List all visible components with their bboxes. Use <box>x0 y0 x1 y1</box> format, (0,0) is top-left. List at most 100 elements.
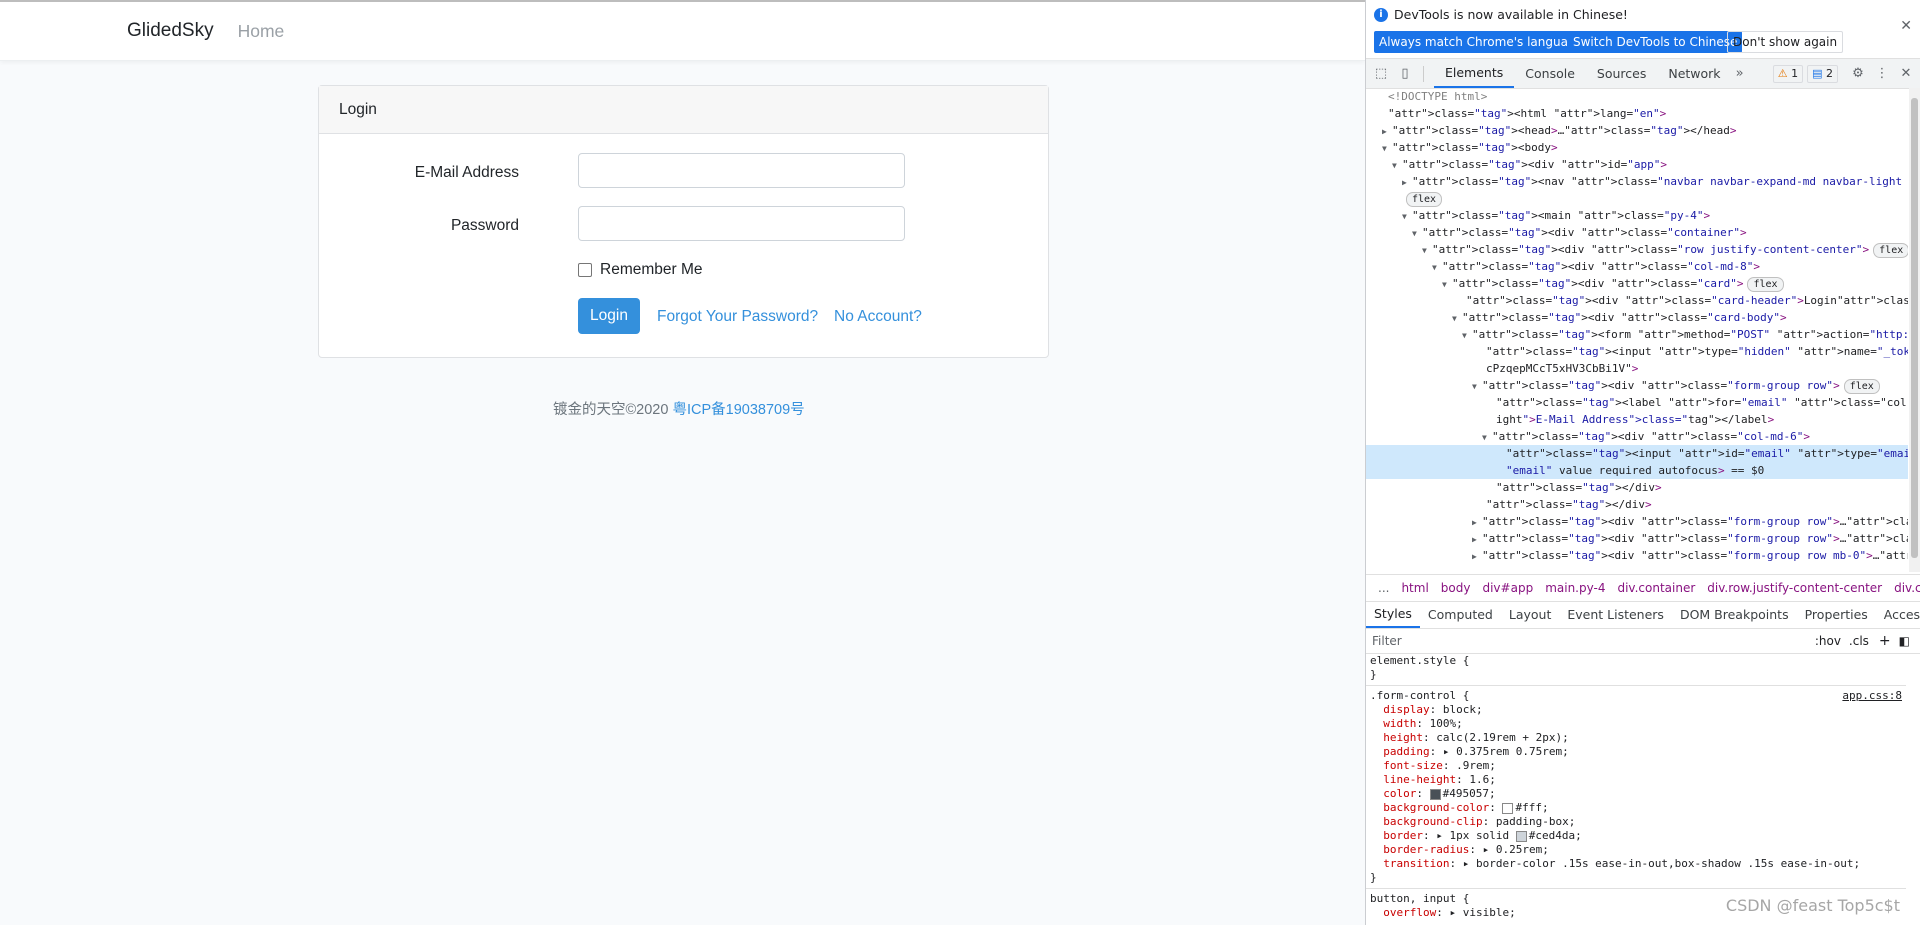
subtab-styles[interactable]: Styles <box>1366 601 1420 628</box>
flex-badge[interactable]: flex <box>1873 242 1908 258</box>
kebab-menu-icon[interactable]: ⋮ <box>1874 66 1890 82</box>
dom-scroll-thumb[interactable] <box>1911 98 1918 558</box>
dom-node-line[interactable]: ▼ "attr">class="tag"><div "attr">class="f… <box>1366 377 1908 394</box>
dom-node-line[interactable]: ▶ "attr">class="tag"><nav "attr">class="n… <box>1366 173 1908 190</box>
dom-node-line[interactable]: ▼ "attr">class="tag"><div "attr">class="c… <box>1366 309 1908 326</box>
settings-gear-icon[interactable]: ⚙ <box>1850 66 1866 82</box>
subtab-accessibility[interactable]: Accessibility <box>1876 601 1920 628</box>
dom-node-line[interactable]: "attr">class="tag"><input "attr">type="h… <box>1366 343 1908 360</box>
switch-chinese-button[interactable]: Switch DevTools to Chinese <box>1568 31 1743 53</box>
new-rule-icon[interactable]: + <box>1879 633 1891 649</box>
dom-node-line[interactable]: "attr">class="tag"></div> <box>1366 496 1908 513</box>
css-declaration: color: #495057; <box>1383 787 1496 800</box>
breadcrumb-item[interactable]: div.row.justify-content-center <box>1707 581 1882 595</box>
disclosure-triangle-icon[interactable]: ▼ <box>1382 140 1392 157</box>
dom-node-line[interactable]: "attr">class="tag"></div> <box>1366 479 1908 496</box>
filter-input[interactable]: Filter <box>1372 634 1402 648</box>
tab-network[interactable]: Network <box>1657 59 1731 88</box>
breadcrumb-item[interactable]: main.py-4 <box>1545 581 1605 595</box>
dom-node-line[interactable]: "attr">class="tag"><html "attr">lang="en… <box>1366 105 1908 122</box>
subtab-computed[interactable]: Computed <box>1420 601 1501 628</box>
dom-node-line[interactable]: "attr">class="tag"><input "attr">id="ema… <box>1366 445 1908 462</box>
dom-node-line[interactable]: ▶ "attr">class="tag"><div "attr">class="f… <box>1366 513 1908 530</box>
disclosure-triangle-icon[interactable]: ▼ <box>1432 259 1442 276</box>
remember-checkbox[interactable] <box>578 263 592 277</box>
disclosure-triangle-icon[interactable]: ▼ <box>1452 310 1462 327</box>
icp-link[interactable]: 粤ICP备19038709号 <box>672 402 804 418</box>
flex-badge[interactable]: flex <box>1406 191 1443 207</box>
tab-elements[interactable]: Elements <box>1434 59 1515 88</box>
dom-node-line[interactable]: ▼ "attr">class="tag"><div "attr">class="c… <box>1366 258 1908 275</box>
dom-node-line[interactable]: "attr">class="tag"><label "attr">for="em… <box>1366 394 1908 411</box>
disclosure-triangle-icon[interactable]: ▶ <box>1472 531 1482 548</box>
dom-scrollbar[interactable] <box>1909 88 1920 572</box>
sidebar-toggle-icon[interactable]: ◧ <box>1899 634 1910 648</box>
home-link[interactable]: Home <box>238 21 285 42</box>
breadcrumb-item[interactable]: html <box>1401 581 1428 595</box>
dom-node-line[interactable]: flex <box>1366 190 1908 207</box>
breadcrumb-item[interactable]: div#app <box>1482 581 1533 595</box>
hov-toggle[interactable]: :hov <box>1815 634 1841 648</box>
close-icon[interactable]: ✕ <box>1900 18 1912 34</box>
disclosure-triangle-icon[interactable]: ▼ <box>1392 157 1402 174</box>
flex-badge[interactable]: flex <box>1747 276 1784 292</box>
breadcrumb-item[interactable]: ... <box>1378 581 1389 595</box>
messages-badge[interactable]: ▤ 2 <box>1807 64 1838 83</box>
disclosure-triangle-icon[interactable]: ▶ <box>1402 174 1412 191</box>
dom-node-line[interactable]: ▶ "attr">class="tag"><head>…"attr">class=… <box>1366 122 1908 139</box>
warnings-badge[interactable]: ⚠ 1 <box>1772 64 1804 83</box>
dom-node-line[interactable]: ▼ "attr">class="tag"><body> <box>1366 139 1908 156</box>
disclosure-triangle-icon[interactable]: ▼ <box>1462 327 1472 344</box>
warnings-count: 1 <box>1791 67 1799 80</box>
dom-node-line[interactable]: "attr">class="tag"><div "attr">class="ca… <box>1366 292 1908 309</box>
dom-node-line[interactable]: ▼ "attr">class="tag"><div "attr">class="c… <box>1366 275 1908 292</box>
dom-node-line[interactable]: ▼ "attr">class="tag"><div "attr">class="c… <box>1366 428 1908 445</box>
disclosure-triangle-icon[interactable]: ▼ <box>1422 242 1432 259</box>
disclosure-triangle-icon[interactable]: ▶ <box>1472 514 1482 531</box>
password-input[interactable] <box>578 206 905 241</box>
inspect-icon[interactable]: ⬚ <box>1373 66 1389 82</box>
disclosure-triangle-icon[interactable]: ▼ <box>1402 208 1412 225</box>
device-toolbar-icon[interactable]: ▯ <box>1397 66 1413 82</box>
dom-node-line[interactable]: ▼ "attr">class="tag"><div "attr">id="app"… <box>1366 156 1908 173</box>
subtab-dom-breakpoints[interactable]: DOM Breakpoints <box>1672 601 1797 628</box>
forgot-password-link[interactable]: Forgot Your Password? <box>657 308 818 326</box>
dom-node-line[interactable]: ight">E-Mail Address">class="tag"></labe… <box>1366 411 1908 428</box>
cls-toggle[interactable]: .cls <box>1849 634 1869 648</box>
email-input[interactable] <box>578 153 905 188</box>
dom-node-line[interactable]: ▼ "attr">class="tag"><main "attr">class="… <box>1366 207 1908 224</box>
dom-node-line[interactable]: cPzqepMCcT5xHV3CbBi1V"> <box>1366 360 1908 377</box>
dom-node-line[interactable]: ▼ "attr">class="tag"><div "attr">class="c… <box>1366 224 1908 241</box>
tab-sources[interactable]: Sources <box>1586 59 1657 88</box>
brand-link[interactable]: GlidedSky <box>127 20 214 42</box>
subtab-properties[interactable]: Properties <box>1797 601 1876 628</box>
css-source-link[interactable]: app.css:8 <box>1842 689 1902 703</box>
flex-badge[interactable]: flex <box>1843 378 1880 394</box>
disclosure-triangle-icon[interactable]: ▶ <box>1382 123 1392 140</box>
disclosure-triangle-icon[interactable]: ▼ <box>1442 276 1452 293</box>
disclosure-triangle-icon[interactable]: ▼ <box>1412 225 1422 242</box>
dont-show-button[interactable]: Don't show again <box>1727 31 1844 53</box>
remember-me[interactable]: Remember Me <box>578 261 703 279</box>
card-header: Login <box>319 86 1048 134</box>
close-devtools-icon[interactable]: ✕ <box>1898 66 1914 82</box>
always-match-button[interactable]: Always match Chrome's language <box>1374 31 1588 53</box>
dom-node-line[interactable]: <!DOCTYPE html> <box>1366 88 1908 105</box>
disclosure-triangle-icon[interactable]: ▼ <box>1482 429 1492 446</box>
dom-node-line[interactable]: ▼ "attr">class="tag"><div "attr">class="r… <box>1366 241 1908 258</box>
tab-console[interactable]: Console <box>1514 59 1586 88</box>
dom-node-line[interactable]: "email" value required autofocus> == $0 <box>1366 462 1908 479</box>
disclosure-triangle-icon[interactable]: ▶ <box>1472 548 1482 565</box>
dom-node-line[interactable]: ▼ "attr">class="tag"><form "attr">method=… <box>1366 326 1908 343</box>
breadcrumb-item[interactable]: div.col <box>1894 581 1920 595</box>
more-tabs-icon[interactable]: » <box>1732 66 1748 82</box>
dom-node-line[interactable]: ▶ "attr">class="tag"><div "attr">class="f… <box>1366 530 1908 547</box>
subtab-event-listeners[interactable]: Event Listeners <box>1559 601 1672 628</box>
disclosure-triangle-icon[interactable]: ▼ <box>1472 378 1482 395</box>
subtab-layout[interactable]: Layout <box>1501 601 1560 628</box>
dom-node-line[interactable]: ▶ "attr">class="tag"><div "attr">class="f… <box>1366 547 1908 564</box>
breadcrumb-item[interactable]: body <box>1441 581 1471 595</box>
breadcrumb-item[interactable]: div.container <box>1617 581 1695 595</box>
login-button[interactable]: Login <box>578 298 640 334</box>
no-account-link[interactable]: No Account? <box>834 308 922 326</box>
